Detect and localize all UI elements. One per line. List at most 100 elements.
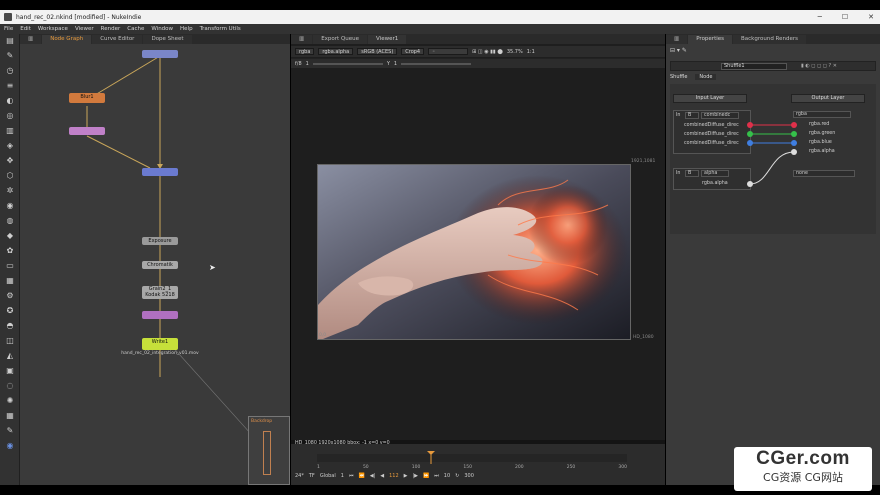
glow-icon[interactable]: ✺ — [5, 396, 15, 406]
red-in-dot[interactable] — [747, 122, 753, 128]
next-key-icon[interactable]: ⏩ — [423, 473, 429, 479]
viewer-image[interactable] — [317, 164, 631, 340]
output2-layer[interactable]: none — [793, 170, 855, 177]
nukepedia-icon[interactable]: ▣ — [5, 366, 15, 376]
play-back-icon[interactable]: ◀ — [380, 473, 384, 479]
alpha-channel-dropdown[interactable]: rgba.alpha — [318, 48, 354, 55]
time-nodes-icon[interactable]: ◷ — [5, 66, 15, 76]
node-grain[interactable]: Grain2_1 Kodak 5218 — [142, 286, 178, 299]
pixelfudger-icon[interactable]: ◭ — [5, 351, 15, 361]
lenses-icon[interactable]: ◌ — [5, 381, 15, 391]
3d-nodes-icon[interactable]: ⬡ — [5, 171, 15, 181]
node-merge-left[interactable] — [69, 127, 105, 135]
particles-nodes-icon[interactable]: ✲ — [5, 186, 15, 196]
image-nodes-icon[interactable]: ▤ — [5, 36, 15, 46]
loop-icon[interactable]: ↻ — [455, 473, 459, 479]
viewer-panel[interactable]: ▥ Export Queue Viewer1 rgba rgba.alpha s… — [291, 34, 665, 485]
input-b-dropdown[interactable]: ◦ — [428, 48, 469, 55]
views-nodes-icon[interactable]: ◍ — [5, 216, 15, 226]
menu-window[interactable]: Window — [151, 26, 173, 32]
metadata-nodes-icon[interactable]: ◆ — [5, 231, 15, 241]
cara-icon[interactable]: ◓ — [5, 321, 15, 331]
furnace-icon[interactable]: ▦ — [5, 276, 15, 286]
menu-cache[interactable]: Cache — [127, 26, 144, 32]
tab-properties[interactable]: Properties — [688, 35, 732, 44]
maximize-button[interactable]: ☐ — [842, 13, 848, 21]
red-tool-icon[interactable]: ✎ — [5, 426, 15, 436]
gain-slider[interactable] — [312, 62, 383, 65]
gain-value[interactable]: 1 — [306, 61, 309, 67]
viewer-panel-icon[interactable]: ▥ — [291, 35, 313, 44]
green-out-dot[interactable] — [791, 131, 797, 137]
tab-viewer1[interactable]: Viewer1 — [368, 35, 407, 44]
alpha-out-dot[interactable] — [791, 149, 797, 155]
red-out-dot[interactable] — [791, 122, 797, 128]
channel-nodes-icon[interactable]: ≡ — [5, 81, 15, 91]
play-icon[interactable]: ▶ — [404, 473, 408, 479]
menu-edit[interactable]: Edit — [20, 26, 31, 32]
other-nodes-icon[interactable]: ▭ — [5, 261, 15, 271]
tf-dropdown[interactable]: TF — [309, 473, 315, 479]
global-dropdown[interactable]: Global — [320, 473, 336, 479]
node-name-field[interactable]: Shuffle1 — [721, 63, 787, 70]
minimize-button[interactable]: ─ — [818, 13, 822, 21]
deep-nodes-icon[interactable]: ◉ — [5, 201, 15, 211]
node-blur[interactable]: Blur1 — [69, 93, 105, 103]
tab-export-queue[interactable]: Export Queue — [313, 35, 368, 44]
in-frame[interactable]: 1 — [341, 473, 344, 479]
green-in-dot[interactable] — [747, 131, 753, 137]
merge-nodes-icon[interactable]: ◈ — [5, 141, 15, 151]
input2-select[interactable]: B — [685, 170, 699, 177]
node-crop[interactable] — [142, 311, 178, 319]
blue-out-dot[interactable] — [791, 140, 797, 146]
ratio-value[interactable]: 1:1 — [527, 49, 535, 55]
node-chromatik[interactable]: Chromatik — [142, 261, 178, 269]
node-write[interactable]: Write1 — [142, 338, 178, 350]
input2-layer[interactable]: alpha — [701, 170, 729, 177]
plugins-icon[interactable]: ⚙ — [5, 291, 15, 301]
backdrop-node[interactable]: Backdrop — [248, 416, 290, 485]
prev-key-icon[interactable]: ⏪ — [358, 473, 364, 479]
node-graph-panel[interactable]: ▥ Node Graph Curve Editor Dope Sheet Blu… — [20, 34, 290, 485]
step-fwd-icon[interactable]: |▶ — [413, 473, 419, 479]
tab-node-graph[interactable]: Node Graph — [42, 35, 92, 44]
step-value[interactable]: 10 — [444, 473, 450, 479]
current-frame[interactable]: 112 — [389, 473, 399, 479]
transform-nodes-icon[interactable]: ✥ — [5, 156, 15, 166]
fps-value[interactable]: 24* — [295, 473, 304, 479]
node-read-top[interactable] — [142, 50, 178, 58]
tab-dope-sheet[interactable]: Dope Sheet — [143, 35, 192, 44]
props-panel-icon[interactable]: ▥ — [666, 35, 688, 44]
menu-viewer[interactable]: Viewer — [75, 26, 94, 32]
keyer-nodes-icon[interactable]: ▥ — [5, 126, 15, 136]
header-buttons-icon[interactable]: ▮ ◐ ◻ ◻ ◻ ? ✕ — [801, 63, 837, 69]
optical-flares-icon[interactable]: ◫ — [5, 336, 15, 346]
colorspace-dropdown[interactable]: sRGB (ACES) — [357, 48, 398, 55]
blue-in-dot[interactable] — [747, 140, 753, 146]
close-button[interactable]: ✕ — [868, 13, 874, 21]
node-merge-main[interactable] — [142, 168, 178, 176]
step-back-icon[interactable]: ◀| — [370, 473, 376, 479]
channel-dropdown[interactable]: rgba — [295, 48, 315, 55]
zoom-value[interactable]: 35.7% — [507, 49, 523, 55]
timeline[interactable]: 1 50 100 150 200 250 300 24* TF Global 1… — [291, 444, 665, 485]
viewer-tools-icon[interactable]: ⊞ ◫ ◉ ▮▮ ⬤ — [472, 49, 503, 55]
out-frame[interactable]: 300 — [464, 473, 474, 479]
grid-icon[interactable]: ▦ — [5, 411, 15, 421]
menu-help[interactable]: Help — [180, 26, 193, 32]
props-toolbar-icons[interactable]: ⊟ ▾ ✎ — [670, 47, 687, 54]
menu-transform-utils[interactable]: Transform Utils — [200, 26, 241, 32]
tab-curve-editor[interactable]: Curve Editor — [92, 35, 143, 44]
node-exposure[interactable]: Exposure — [142, 237, 178, 245]
menu-file[interactable]: File — [4, 26, 13, 32]
toolsets-icon[interactable]: ✿ — [5, 246, 15, 256]
skip-start-icon[interactable]: ⏮ — [349, 473, 354, 479]
tab-node[interactable]: Node — [695, 74, 717, 80]
draw-nodes-icon[interactable]: ✎ — [5, 51, 15, 61]
blue-tool-icon[interactable]: ◉ — [5, 441, 15, 451]
tab-shuffle[interactable]: Shuffle — [670, 74, 687, 80]
filter-nodes-icon[interactable]: ◎ — [5, 111, 15, 121]
color-nodes-icon[interactable]: ◐ — [5, 96, 15, 106]
gizmo-icon[interactable]: ✪ — [5, 306, 15, 316]
menu-render[interactable]: Render — [101, 26, 121, 32]
